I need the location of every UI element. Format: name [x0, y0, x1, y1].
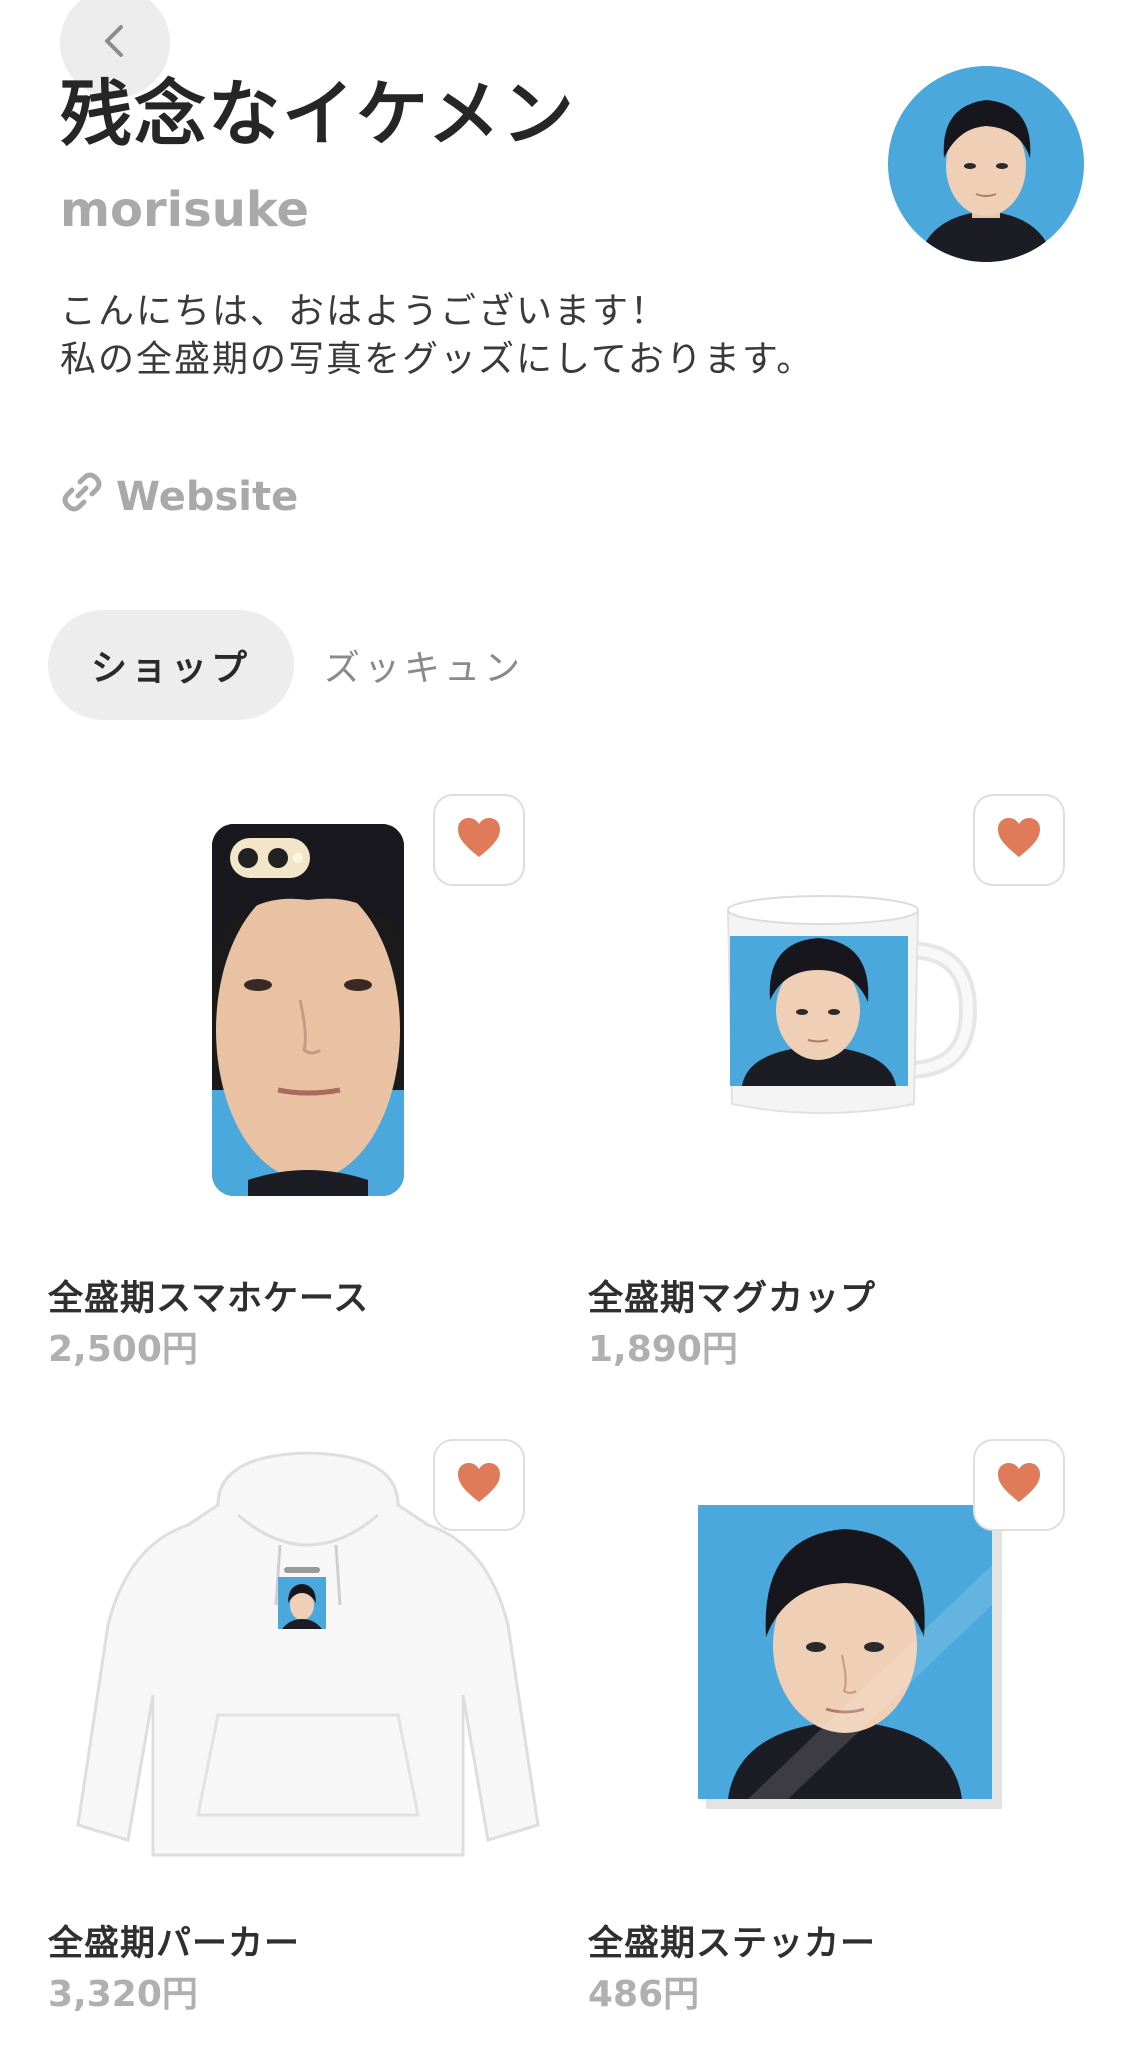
product-price: 3,320円 — [48, 1974, 198, 2015]
product-card[interactable]: 全盛期スマホケース 2,500円 — [48, 780, 568, 1400]
favorite-button[interactable] — [433, 794, 525, 886]
avatar[interactable] — [888, 66, 1084, 262]
product-name[interactable]: 全盛期パーカー — [48, 1915, 300, 1966]
bio-line: こんにちは、おはようございます！ — [60, 291, 669, 332]
heart-icon — [456, 1462, 502, 1508]
product-name[interactable]: 全盛期スマホケース — [48, 1270, 369, 1321]
website-label: Website — [116, 474, 299, 520]
heart-icon — [996, 1462, 1042, 1508]
chevron-left-icon — [95, 21, 135, 65]
product-card[interactable]: 全盛期パーカー 3,320円 — [48, 1425, 568, 2045]
product-price: 486円 — [588, 1974, 700, 2015]
product-name[interactable]: 全盛期ステッカー — [588, 1915, 876, 1966]
product-card[interactable]: 全盛期マグカップ 1,890円 — [588, 780, 1108, 1400]
favorite-button[interactable] — [973, 794, 1065, 886]
username: morisuke — [60, 182, 310, 238]
favorite-button[interactable] — [433, 1439, 525, 1531]
product-name[interactable]: 全盛期マグカップ — [588, 1270, 876, 1321]
product-price: 1,890円 — [588, 1329, 738, 1370]
heart-icon — [996, 817, 1042, 863]
bio: こんにちは、おはようございます！ 私の全盛期の写真をグッズにしております。 — [60, 288, 814, 384]
tab-bar: ショップ ズッキュン — [48, 610, 524, 720]
favorite-button[interactable] — [973, 1439, 1065, 1531]
tab-zukkyun[interactable]: ズッキュン — [324, 610, 524, 720]
bio-line: 私の全盛期の写真をグッズにしております。 — [60, 339, 815, 380]
product-card[interactable]: 全盛期ステッカー 486円 — [588, 1425, 1108, 2045]
heart-icon — [456, 817, 502, 863]
shop-title: 残念なイケメン — [60, 72, 576, 156]
link-icon — [60, 470, 104, 524]
product-price: 2,500円 — [48, 1329, 198, 1370]
tab-shop[interactable]: ショップ — [48, 610, 294, 720]
website-link[interactable]: Website — [60, 470, 298, 524]
